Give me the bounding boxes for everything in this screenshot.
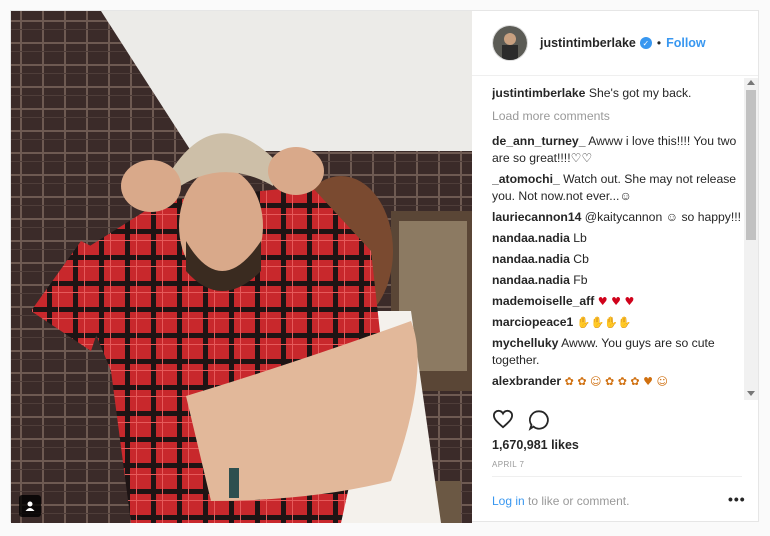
comment-text: @kaitycannon ☺ so happy!!! [581, 210, 742, 224]
comment-text: Fb [569, 273, 588, 287]
more-options-button[interactable]: ••• [728, 491, 746, 507]
post-sidebar: justintimberlake ✓ • Follow justintimber… [472, 11, 758, 521]
comment-username[interactable]: marciopeace1 [492, 315, 573, 329]
verified-badge-icon: ✓ [639, 37, 652, 49]
comment-text: ✋✋✋✋ [573, 316, 632, 329]
caption-text: She's got my back. [585, 86, 692, 100]
user-tag-icon[interactable] [19, 495, 41, 517]
comment-username[interactable]: nandaa.nadia [492, 231, 570, 245]
scroll-down-arrow-icon[interactable] [747, 391, 755, 396]
comment-username[interactable]: alexbrander [492, 374, 561, 388]
list-item: de_ann_turney_ Awww i love this!!!! You … [492, 133, 742, 167]
post-header: justintimberlake ✓ • Follow [472, 11, 758, 76]
list-item: _atomochi_ Watch out. She may not releas… [492, 171, 742, 205]
comment-text: Cb [569, 252, 589, 266]
avatar[interactable] [492, 25, 528, 61]
login-suffix-text: to like or comment. [524, 494, 630, 508]
comment-username[interactable]: lauriecannon14 [492, 210, 581, 224]
instagram-post: justintimberlake ✓ • Follow justintimber… [10, 10, 759, 523]
comment-text: ♥ ♥ ♥ [594, 295, 635, 308]
list-item: nandaa.nadia Fb [492, 272, 742, 289]
comment-username[interactable]: _atomochi_ [492, 172, 560, 186]
scroll-up-arrow-icon[interactable] [747, 80, 755, 85]
login-link[interactable]: Log in [492, 494, 525, 508]
heart-icon[interactable] [492, 409, 514, 436]
comment-username[interactable]: nandaa.nadia [492, 252, 570, 266]
list-item: mademoiselle_aff ♥ ♥ ♥ [492, 293, 742, 310]
list-item: lauriecannon14 @kaitycannon ☺ so happy!!… [492, 209, 742, 226]
comment-text: ✿ ✿ ☺ ✿ ✿ ✿ ♥ ☺ [561, 375, 668, 388]
comments-scrollbar[interactable] [744, 78, 758, 400]
header-username[interactable]: justintimberlake [540, 36, 636, 50]
list-item: marciopeace1 ✋✋✋✋ [492, 314, 742, 331]
comment-username[interactable]: de_ann_turney_ [492, 134, 585, 148]
comment-icon[interactable] [528, 409, 550, 436]
list-item: nandaa.nadia Cb [492, 251, 742, 268]
likes-count[interactable]: 1,670,981 likes [492, 438, 579, 452]
comment-username[interactable]: mychelluky [492, 336, 558, 350]
load-more-comments-button[interactable]: Load more comments [492, 108, 742, 125]
caption-username[interactable]: justintimberlake [492, 86, 585, 100]
divider [492, 476, 742, 477]
login-prompt: Log in to like or comment. [492, 494, 629, 508]
post-date[interactable]: APRIL 7 [492, 460, 524, 469]
comment-username[interactable]: mademoiselle_aff [492, 294, 594, 308]
list-item: mychelluky Awww. You guys are so cute to… [492, 335, 742, 369]
caption: justintimberlake She's got my back. [492, 85, 742, 102]
post-photo[interactable] [11, 11, 472, 523]
comments-list[interactable]: justintimberlake She's got my back. Load… [492, 85, 742, 395]
comment-username[interactable]: nandaa.nadia [492, 273, 570, 287]
scrollbar-thumb[interactable] [746, 90, 756, 240]
separator-dot: • [656, 36, 662, 50]
post-actions [492, 409, 550, 436]
list-item: nandaa.nadia Lb [492, 230, 742, 247]
list-item: alexbrander ✿ ✿ ☺ ✿ ✿ ✿ ♥ ☺ [492, 373, 742, 390]
comment-text: Lb [569, 231, 587, 245]
follow-button[interactable]: Follow [666, 36, 706, 50]
